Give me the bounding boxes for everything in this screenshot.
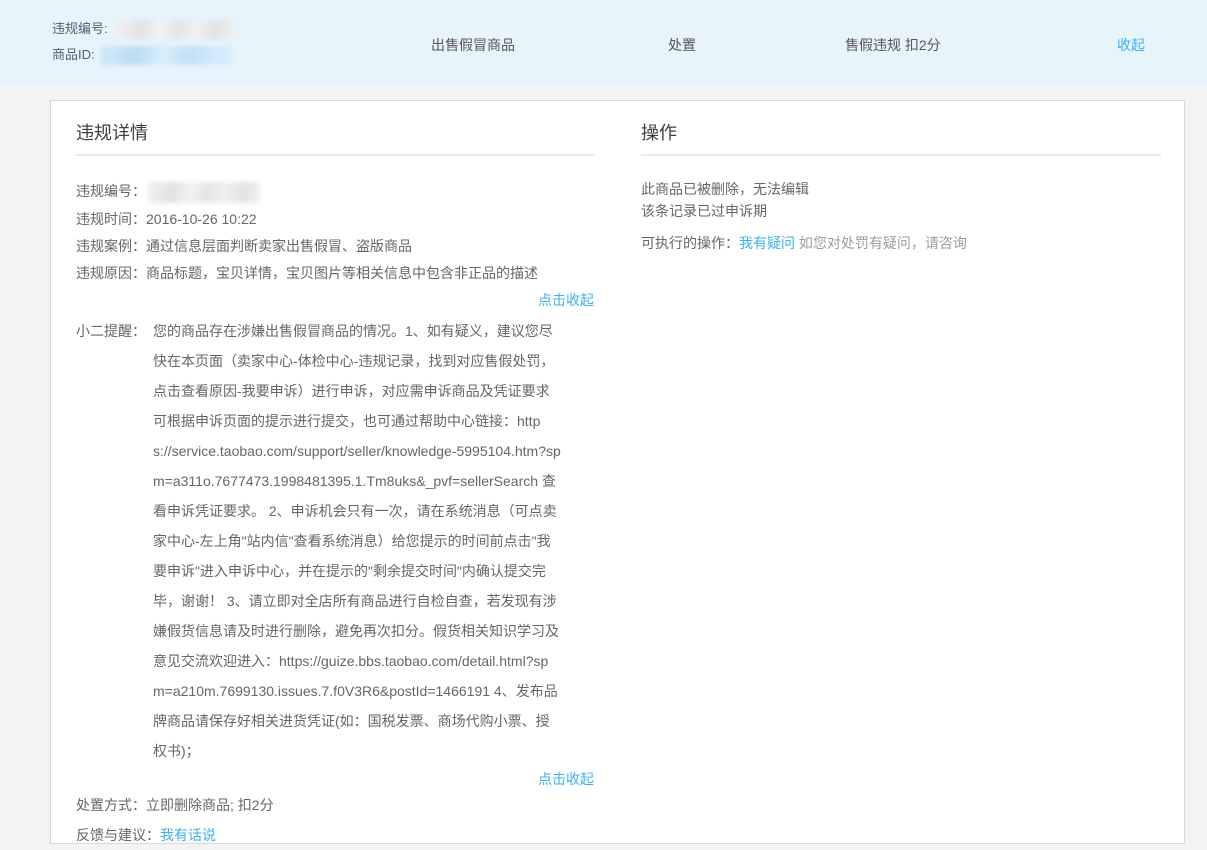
section-divider	[76, 154, 594, 156]
field-disposal-label: 处置方式：	[76, 797, 146, 813]
have-question-link[interactable]: 我有疑问	[739, 235, 795, 251]
field-violation-case-label: 违规案例：	[76, 238, 146, 254]
operation-status-line1: 此商品已被删除，无法编辑	[641, 178, 1161, 200]
redacted-product-id	[101, 46, 231, 65]
field-violation-reason: 违规原因：商品标题，宝贝详情，宝贝图片等相关信息中包含非正品的描述	[76, 260, 594, 287]
summary-violation-no-label: 违规编号:	[52, 16, 108, 42]
redacted-violation-number-value	[148, 182, 260, 203]
field-feedback: 反馈与建议：我有话说	[76, 822, 594, 849]
field-disposal-value: 立即删除商品; 扣2分	[146, 797, 274, 813]
operation-section: 操作 此商品已被删除，无法编辑 该条记录已过申诉期 可执行的操作：我有疑问 如您…	[641, 101, 1161, 255]
violation-detail-section: 违规详情 违规编号： 违规时间：2016-10-26 10:22 违规案例：通过…	[76, 101, 594, 849]
redacted-violation-number	[116, 20, 234, 39]
staff-remind-text: 您的商品存在涉嫌出售假冒商品的情况。1、如有疑义，建议您尽 快在本页面（卖家中心…	[153, 316, 594, 766]
collapse-remind-link[interactable]: 点击收起	[538, 771, 594, 787]
staff-remind-block: 小二提醒： 您的商品存在涉嫌出售假冒商品的情况。1、如有疑义，建议您尽 快在本页…	[76, 316, 594, 766]
summary-action: 处置	[668, 36, 696, 54]
violation-detail-panel: 违规详情 违规编号： 违规时间：2016-10-26 10:22 违规案例：通过…	[50, 100, 1185, 844]
operation-status-line2: 该条记录已过申诉期	[641, 200, 1161, 222]
field-violation-time-value: 2016-10-26 10:22	[146, 211, 257, 227]
field-violation-case: 违规案例：通过信息层面判断卖家出售假冒、盗版商品	[76, 233, 594, 260]
field-violation-time: 违规时间：2016-10-26 10:22	[76, 206, 594, 233]
summary-product-id-label: 商品ID:	[52, 42, 95, 68]
summary-penalty: 售假违规 扣2分	[845, 36, 941, 54]
executable-label: 可执行的操作：	[641, 235, 739, 251]
reason-collapse-row: 点击收起	[76, 287, 594, 313]
field-violation-number: 违规编号：	[76, 177, 594, 206]
field-feedback-label: 反馈与建议：	[76, 827, 160, 843]
feedback-link[interactable]: 我有话说	[160, 827, 216, 843]
field-violation-case-value: 通过信息层面判断卖家出售假冒、盗版商品	[146, 238, 412, 254]
violation-detail-title: 违规详情	[76, 121, 594, 145]
field-disposal: 处置方式：立即删除商品; 扣2分	[76, 792, 594, 819]
question-hint: 如您对处罚有疑问，请咨询	[799, 235, 967, 251]
field-violation-time-label: 违规时间：	[76, 211, 146, 227]
staff-remind-label: 小二提醒：	[76, 316, 153, 766]
operation-executable-row: 可执行的操作：我有疑问 如您对处罚有疑问，请咨询	[641, 231, 1161, 255]
field-violation-reason-label: 违规原因：	[76, 265, 146, 281]
remind-collapse-row: 点击收起	[76, 766, 594, 792]
violation-summary-bar: 违规编号: 商品ID: 出售假冒商品 处置 售假违规 扣2分 收起	[0, 0, 1207, 86]
operation-title: 操作	[641, 121, 1161, 145]
section-divider	[641, 154, 1161, 156]
collapse-reason-link[interactable]: 点击收起	[538, 292, 594, 308]
field-violation-number-label: 违规编号：	[76, 183, 146, 199]
summary-violation-type: 出售假冒商品	[431, 36, 515, 54]
summary-ids: 违规编号: 商品ID:	[52, 16, 234, 68]
collapse-record-link[interactable]: 收起	[1117, 36, 1145, 54]
field-violation-reason-value: 商品标题，宝贝详情，宝贝图片等相关信息中包含非正品的描述	[146, 265, 538, 281]
